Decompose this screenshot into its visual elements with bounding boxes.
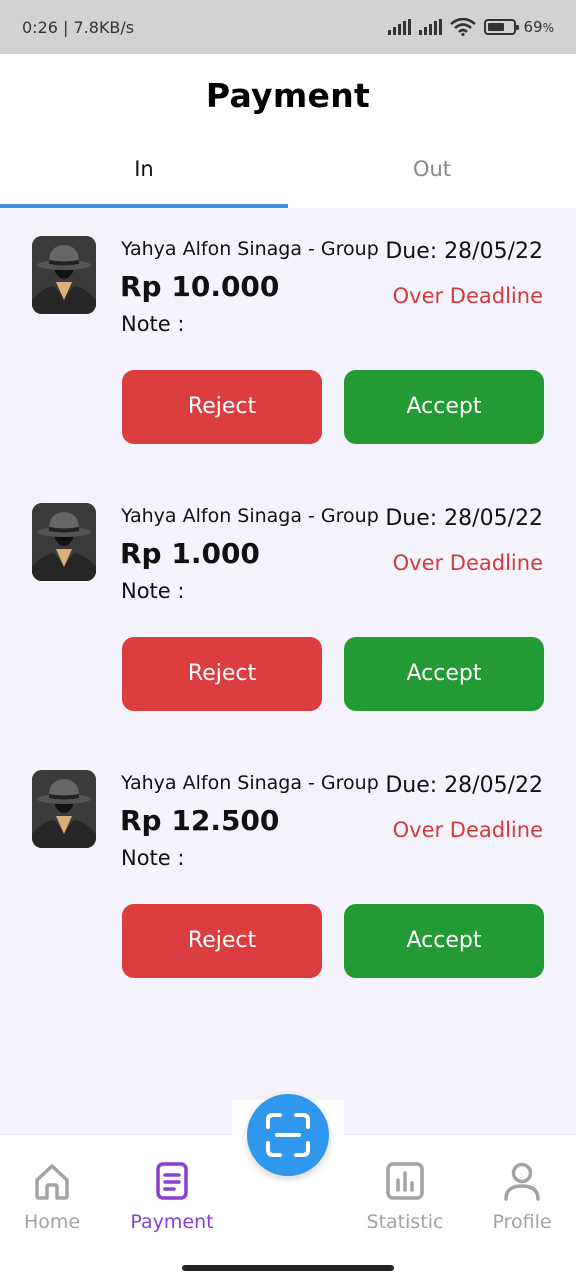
avatar (32, 236, 96, 314)
scan-button[interactable] (247, 1094, 329, 1176)
battery-icon (483, 19, 519, 35)
note-label: Note : (121, 846, 185, 870)
payment-card: Yahya Alfon Sinaga - Group Due: 28/05/22… (0, 208, 576, 475)
spy-avatar-icon (32, 503, 96, 581)
status-time-speed: 0:26 | 7.8KB/s (22, 17, 135, 37)
nav-label-statistic: Statistic (366, 1211, 444, 1233)
payment-card: Yahya Alfon Sinaga - Group Due: 28/05/22… (0, 475, 576, 742)
user-icon (504, 1162, 540, 1201)
page-title: Payment (205, 76, 371, 115)
note-label: Note : (121, 579, 185, 603)
home-indicator[interactable] (182, 1265, 394, 1271)
due-date: Due: 28/05/22 (385, 239, 543, 264)
reject-button[interactable]: Reject (122, 637, 322, 711)
payer-name: Yahya Alfon Sinaga - Group (121, 505, 379, 527)
payment-card: Yahya Alfon Sinaga - Group Due: 28/05/22… (0, 742, 576, 1009)
payer-name: Yahya Alfon Sinaga - Group (121, 772, 379, 794)
nav-item-statistic[interactable]: Statistic (350, 1161, 460, 1233)
deadline-status: Over Deadline (392, 818, 543, 842)
scan-icon (266, 1113, 310, 1157)
reject-button[interactable]: Reject (122, 370, 322, 444)
wifi-icon (449, 18, 476, 36)
payment-amount: Rp 1.000 (120, 537, 260, 570)
header: Payment In Out (0, 54, 576, 208)
nav-label-home: Home (23, 1211, 81, 1233)
nav-item-payment[interactable]: Payment (117, 1161, 227, 1233)
status-icons: 69% (387, 18, 555, 36)
spy-avatar-icon (32, 236, 96, 314)
due-date: Due: 28/05/22 (385, 506, 543, 531)
home-icon (35, 1164, 69, 1200)
nav-label-payment: Payment (130, 1211, 214, 1233)
bar-chart-icon (386, 1162, 424, 1200)
document-icon (156, 1162, 188, 1200)
tab-in[interactable]: In (0, 140, 288, 208)
accept-button[interactable]: Accept (344, 370, 544, 444)
spy-avatar-icon (32, 770, 96, 848)
payment-amount: Rp 10.000 (120, 270, 280, 303)
accept-button[interactable]: Accept (344, 904, 544, 978)
cellular-signal-2-icon (418, 19, 442, 35)
nav-item-home[interactable]: Home (0, 1161, 107, 1233)
cellular-signal-icon (387, 19, 411, 35)
status-bar: 0:26 | 7.8KB/s 69% (0, 0, 576, 54)
tab-out[interactable]: Out (288, 140, 576, 208)
payer-name: Yahya Alfon Sinaga - Group (121, 238, 379, 260)
nav-item-profile[interactable]: Profile (467, 1161, 576, 1233)
nav-label-profile: Profile (492, 1211, 552, 1233)
deadline-status: Over Deadline (392, 551, 543, 575)
due-date: Due: 28/05/22 (385, 773, 543, 798)
avatar (32, 503, 96, 581)
avatar (32, 770, 96, 848)
reject-button[interactable]: Reject (122, 904, 322, 978)
accept-button[interactable]: Accept (344, 637, 544, 711)
battery-percent: 69% (523, 18, 555, 36)
payment-amount: Rp 12.500 (120, 804, 280, 837)
note-label: Note : (121, 312, 185, 336)
deadline-status: Over Deadline (392, 284, 543, 308)
